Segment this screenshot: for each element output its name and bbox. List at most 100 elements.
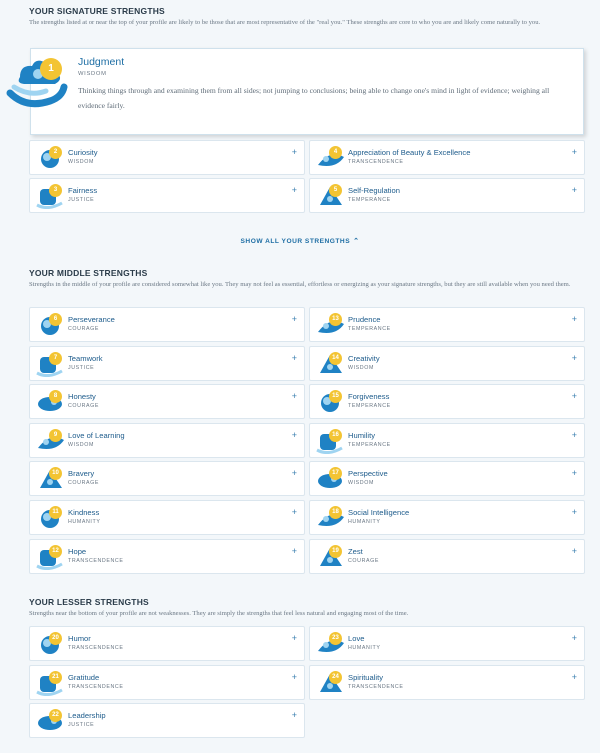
- strength-name: Prudence: [348, 315, 381, 324]
- strength-name: Humility: [348, 430, 376, 440]
- strength-name: Hope: [68, 546, 87, 556]
- rank-badge: 24: [329, 670, 342, 684]
- expand-plus-icon[interactable]: +: [572, 314, 577, 324]
- signature-section-description: The strengths listed at or near the top …: [29, 19, 541, 26]
- rank-badge: 12: [49, 544, 62, 558]
- expand-plus-icon[interactable]: +: [292, 430, 297, 440]
- strength-category: WISDOM: [348, 364, 374, 371]
- strength-card-love-of-learning[interactable]: 9 Love of Learning WISDOM +: [29, 422, 305, 458]
- strength-card-perspective[interactable]: 17 Perspective WISDOM +: [309, 461, 585, 497]
- rank-badge: 16: [329, 428, 342, 442]
- strength-card-zest[interactable]: 19 Zest COURAGE +: [309, 538, 585, 574]
- strength-name: Creativity: [348, 353, 380, 363]
- strength-name: Spirituality: [348, 672, 384, 682]
- strength-name: Social Intelligence: [348, 508, 410, 517]
- strength-card-forgiveness[interactable]: 15 Forgiveness TEMPERANCE +: [309, 384, 585, 420]
- strength-card-creativity[interactable]: 14 Creativity WISDOM +: [309, 345, 585, 381]
- strength-card-prudence[interactable]: 13 Prudence TEMPERANCE +: [309, 307, 585, 342]
- strength-card-humor[interactable]: 20 Humor TRANSCENDENCE +: [29, 626, 305, 661]
- strength-category: HUMANITY: [348, 519, 381, 525]
- expand-plus-icon[interactable]: +: [292, 314, 297, 324]
- strength-card-perseverance[interactable]: 6 Perseverance COURAGE +: [29, 307, 305, 342]
- expand-plus-icon[interactable]: +: [292, 546, 297, 556]
- expand-plus-icon[interactable]: +: [572, 391, 577, 401]
- strength-card-gratitude[interactable]: 21 Gratitude TRANSCENDENCE +: [29, 664, 305, 700]
- rank-badge: 2: [49, 146, 62, 159]
- strength-category: COURAGE: [348, 557, 379, 564]
- expand-plus-icon[interactable]: +: [292, 710, 297, 720]
- strength-category: TRANSCENDENCE: [68, 645, 124, 651]
- strength-card-appreciation-of-beauty-excellence[interactable]: 4 Appreciation of Beauty & Excellence TRAN…: [309, 140, 585, 175]
- rank-badge: 22: [49, 709, 62, 722]
- strength-category: JUSTICE: [68, 364, 95, 371]
- expand-plus-icon[interactable]: +: [292, 468, 297, 478]
- expand-plus-icon[interactable]: +: [292, 507, 297, 517]
- rank-badge: 4: [329, 146, 342, 159]
- strength-card-hope[interactable]: 12 Hope TRANSCENDENCE +: [29, 538, 305, 574]
- rank-badge: 13: [329, 313, 342, 326]
- rank-badge: 21: [49, 670, 62, 684]
- expand-plus-icon[interactable]: +: [292, 633, 297, 643]
- strength-card-bravery[interactable]: 10 Bravery COURAGE +: [29, 461, 305, 497]
- expand-plus-icon[interactable]: +: [292, 185, 297, 195]
- strength-category: JUSTICE: [68, 722, 95, 728]
- rank-badge: 7: [49, 351, 62, 365]
- strength-card-teamwork[interactable]: 7 Teamwork JUSTICE +: [29, 345, 305, 381]
- strength-card-spirituality[interactable]: 24 Spirituality TRANSCENDENCE +: [309, 664, 585, 700]
- expand-plus-icon[interactable]: +: [292, 147, 297, 157]
- strength-card-kindness[interactable]: 11 Kindness HUMANITY +: [29, 500, 305, 535]
- strength-card-honesty[interactable]: 8 Honesty COURAGE +: [29, 384, 305, 420]
- expand-plus-icon[interactable]: +: [572, 353, 577, 363]
- expand-plus-icon[interactable]: +: [292, 353, 297, 363]
- strength-card-fairness[interactable]: 3 Fairness JUSTICE +: [29, 178, 305, 213]
- strength-category: HUMANITY: [68, 519, 101, 525]
- expand-plus-icon[interactable]: +: [572, 633, 577, 643]
- rank-badge: 14: [329, 351, 342, 365]
- strength-card-curiosity[interactable]: 2 Curiosity WISDOM +: [29, 140, 305, 175]
- strength-card-social-intelligence[interactable]: 18 Social Intelligence HUMANITY +: [309, 500, 585, 535]
- strength-name: Self-Regulation: [348, 186, 400, 195]
- expand-plus-icon[interactable]: +: [572, 507, 577, 517]
- strength-category: COURAGE: [68, 403, 99, 410]
- rank-badge: 9: [49, 428, 62, 442]
- strength-card-leadership[interactable]: 22 Leadership JUSTICE +: [29, 703, 305, 738]
- strength-name: Bravery: [68, 469, 95, 479]
- rank-badge: 18: [329, 506, 342, 519]
- strength-card-self-regulation[interactable]: 5 Self-Regulation TEMPERANCE +: [309, 178, 585, 213]
- expand-plus-icon[interactable]: +: [572, 430, 577, 440]
- expand-plus-icon[interactable]: +: [572, 147, 577, 157]
- strength-card-love[interactable]: 23 Love HUMANITY +: [309, 626, 585, 661]
- featured-strength-description: Thinking things through and examining th…: [78, 86, 550, 110]
- expand-plus-icon[interactable]: +: [292, 391, 297, 401]
- strength-category: COURAGE: [68, 480, 99, 487]
- show-all-label: SHOW ALL YOUR STRENGTHS: [240, 238, 351, 245]
- strength-category: TEMPERANCE: [348, 326, 391, 332]
- strength-category: COURAGE: [68, 326, 99, 332]
- expand-plus-icon[interactable]: +: [572, 468, 577, 478]
- expand-plus-icon[interactable]: +: [572, 546, 577, 556]
- chevron-up-icon: ⌃: [353, 238, 360, 245]
- strength-category: TRANSCENDENCE: [348, 159, 404, 165]
- strength-name: Appreciation of Beauty & Excellence: [348, 148, 471, 157]
- rank-badge: 6: [49, 313, 62, 326]
- strength-name: Honesty: [68, 392, 96, 402]
- strength-category: HUMANITY: [348, 645, 381, 651]
- expand-plus-icon[interactable]: +: [572, 672, 577, 682]
- strength-category: JUSTICE: [68, 197, 95, 203]
- strength-category: TRANSCENDENCE: [348, 683, 404, 690]
- featured-strength-name[interactable]: Judgment: [78, 56, 124, 68]
- strength-name: Forgiveness: [348, 392, 390, 402]
- expand-plus-icon[interactable]: +: [292, 672, 297, 682]
- rank-badge: 11: [49, 506, 62, 519]
- rank-badge: 5: [329, 184, 342, 197]
- rank-badge: 20: [49, 632, 62, 645]
- expand-plus-icon[interactable]: +: [572, 185, 577, 195]
- strength-name: Humor: [68, 634, 91, 643]
- strength-card-humility[interactable]: 16 Humility TEMPERANCE +: [309, 422, 585, 458]
- signature-section-title: YOUR SIGNATURE STRENGTHS: [29, 6, 165, 16]
- show-all-strengths-button[interactable]: SHOW ALL YOUR STRENGTHS ⌃: [0, 237, 600, 245]
- strength-category: TEMPERANCE: [348, 403, 391, 410]
- strength-name: Perseverance: [68, 315, 115, 324]
- featured-strength-category: WISDOM: [78, 71, 107, 77]
- strength-category: WISDOM: [348, 480, 374, 487]
